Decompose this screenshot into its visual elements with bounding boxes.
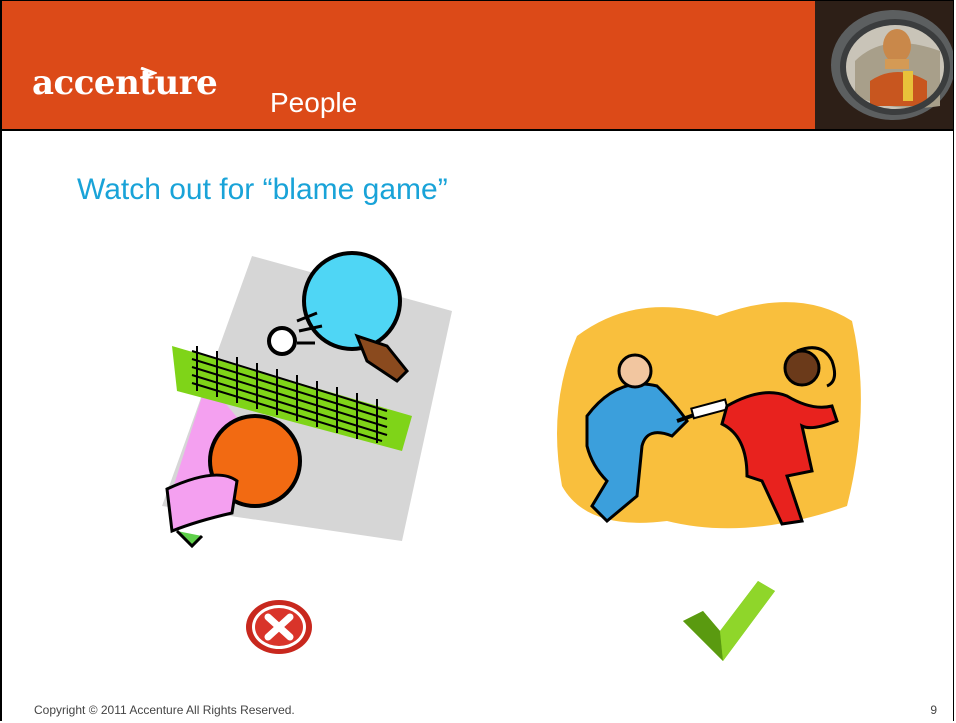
green-checkmark-icon [683,581,775,661]
section-title: People [270,87,358,118]
red-x-circle-icon [246,600,312,654]
header-divider [2,129,953,131]
page-number: 9 [930,703,937,717]
slide-subtitle: Watch out for “blame game” [77,173,448,206]
accenture-chevron-icon [140,67,157,80]
header-photo [815,1,953,129]
slide: accenture People Watch out for “blame ga… [0,0,954,721]
ping-pong-clipart [162,251,452,549]
relay-baton-clipart [557,302,861,529]
footer-copyright: Copyright © 2011 Accenture All Rights Re… [34,703,295,717]
accenture-logo: accenture [32,63,218,103]
crash-test-dummy-mirror-image [815,1,953,129]
